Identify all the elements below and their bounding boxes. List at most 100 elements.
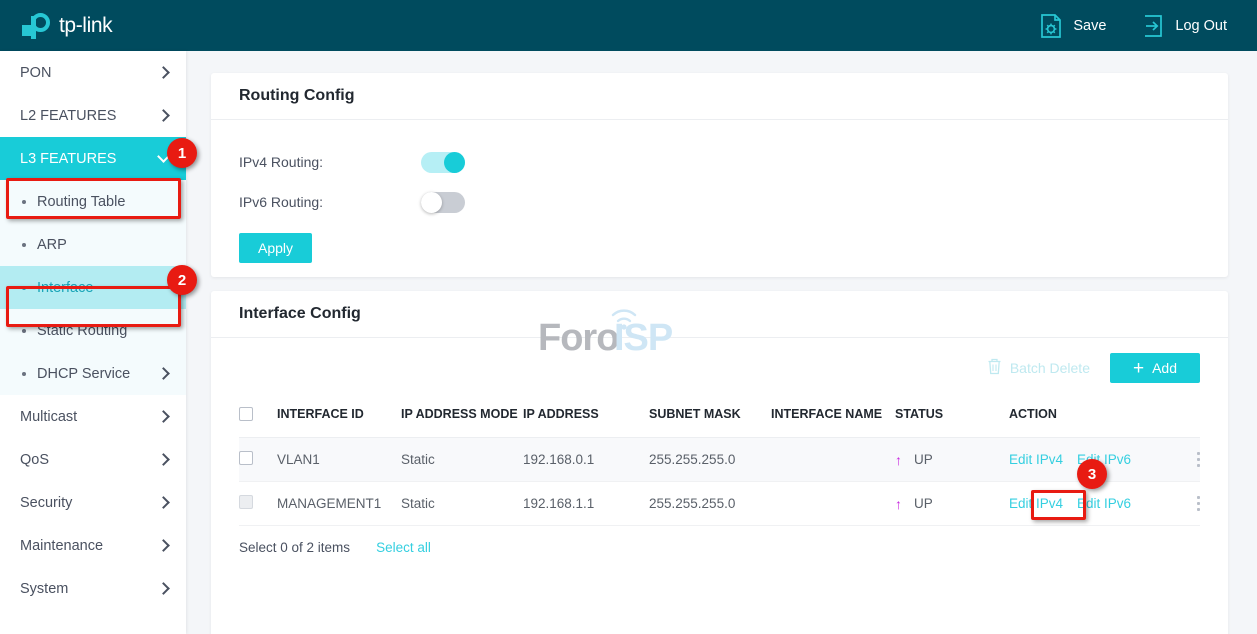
brand-name: tp-link (59, 13, 113, 37)
interface-table: INTERFACE ID IP ADDRESS MODE IP ADDRESS … (239, 398, 1200, 526)
sidebar-item-label: Multicast (20, 408, 78, 425)
col-interface-id: INTERFACE ID (277, 398, 401, 438)
sidebar-item-arp[interactable]: ARP (0, 223, 186, 266)
sidebar-item-l3-features[interactable]: L3 FEATURES (0, 137, 186, 180)
sidebar-item-label: ARP (37, 236, 67, 253)
row-select-cell (239, 481, 277, 526)
ipv6-routing-row: IPv6 Routing: (239, 184, 1200, 220)
bullet-icon (22, 285, 26, 290)
tp-link-logo: tp-link (22, 12, 113, 39)
sidebar-item-static-routing[interactable]: Static Routing (0, 309, 186, 352)
sidebar-item-maintenance[interactable]: Maintenance (0, 524, 186, 567)
more-options-icon[interactable] (1197, 452, 1200, 467)
select-all-header-cell (239, 398, 277, 438)
routing-config-title: Routing Config (211, 73, 1228, 120)
sidebar-item-security[interactable]: Security (0, 481, 186, 524)
apply-button[interactable]: Apply (239, 233, 312, 263)
cell-status: ↑ UP (895, 481, 1009, 526)
select-all-checkbox[interactable] (239, 407, 253, 421)
sidebar-item-label: System (20, 580, 69, 597)
table-row: MANAGEMENT1 Static 192.168.1.1 255.255.2… (239, 481, 1200, 526)
arrow-up-icon: ↑ (895, 451, 902, 468)
col-interface-name: INTERFACE NAME (771, 398, 895, 438)
routing-config-panel: Routing Config IPv4 Routing: IPv6 Routin… (211, 73, 1228, 277)
edit-ipv6-link[interactable]: Edit IPv6 (1077, 496, 1131, 511)
cell-interface-id: VLAN1 (277, 437, 401, 482)
row-checkbox[interactable] (239, 451, 253, 465)
chevron-right-icon (157, 496, 170, 509)
col-ip-address-mode: IP ADDRESS MODE (401, 398, 523, 438)
chevron-right-icon (157, 109, 170, 122)
col-action: ACTION (1009, 398, 1200, 438)
sidebar-item-label: Static Routing (37, 322, 128, 339)
chevron-right-icon (157, 453, 170, 466)
save-config-icon (1040, 13, 1062, 38)
cell-subnet-mask: 255.255.255.0 (649, 437, 771, 482)
cell-ip-address: 192.168.1.1 (523, 481, 649, 526)
select-all-link[interactable]: Select all (376, 540, 431, 555)
row-select-cell (239, 437, 277, 482)
tp-link-logo-icon (22, 12, 52, 39)
edit-ipv4-link[interactable]: Edit IPv4 (1009, 496, 1063, 511)
cell-interface-name (771, 437, 895, 482)
edit-ipv6-link[interactable]: Edit IPv6 (1077, 452, 1131, 467)
bullet-icon (22, 242, 26, 247)
chevron-right-icon (157, 539, 170, 552)
bullet-icon (22, 371, 26, 376)
row-checkbox[interactable] (239, 495, 253, 509)
more-options-icon[interactable] (1197, 496, 1200, 511)
header-actions: Save Log Out (1004, 13, 1227, 38)
ipv4-routing-row: IPv4 Routing: (239, 144, 1200, 180)
sidebar-item-qos[interactable]: QoS (0, 438, 186, 481)
cell-ip-address: 192.168.0.1 (523, 437, 649, 482)
table-header-row: INTERFACE ID IP ADDRESS MODE IP ADDRESS … (239, 398, 1200, 438)
save-button[interactable]: Save (1040, 13, 1106, 38)
cell-interface-name (771, 481, 895, 526)
sidebar-item-routing-table[interactable]: Routing Table (0, 180, 186, 223)
edit-ipv4-link[interactable]: Edit IPv4 (1009, 452, 1063, 467)
col-subnet-mask: SUBNET MASK (649, 398, 771, 438)
bullet-icon (22, 328, 26, 333)
batch-delete-button[interactable]: Batch Delete (987, 358, 1090, 378)
add-label: Add (1152, 360, 1178, 376)
chevron-down-icon (157, 150, 170, 163)
interface-config-title: Interface Config (211, 291, 1228, 338)
ipv4-routing-toggle[interactable] (421, 151, 465, 173)
ipv6-routing-toggle[interactable] (421, 191, 465, 213)
cell-ip-address-mode: Static (401, 437, 523, 482)
interface-config-panel: Interface Config Foro ISP Batch Delete +… (211, 291, 1228, 634)
col-ip-address: IP ADDRESS (523, 398, 649, 438)
sidebar-item-pon[interactable]: PON (0, 51, 186, 94)
sidebar-item-label: L3 FEATURES (20, 150, 117, 167)
sidebar-item-label: Interface (37, 279, 94, 296)
selection-count-text: Select 0 of 2 items (239, 540, 351, 555)
trash-icon (987, 358, 1002, 378)
sidebar-item-multicast[interactable]: Multicast (0, 395, 186, 438)
logout-button[interactable]: Log Out (1142, 14, 1227, 38)
cell-action: Edit IPv4 Edit IPv6 (1009, 437, 1200, 482)
app-header: tp-link Save Log Out (0, 0, 1257, 51)
sidebar-item-system[interactable]: System (0, 567, 186, 610)
sidebar-item-label: QoS (20, 451, 50, 468)
sidebar-submenu-l3-features: Routing Table ARP Interface Static Routi… (0, 180, 186, 395)
sidebar-item-interface[interactable]: Interface (0, 266, 186, 309)
status-text: UP (914, 452, 933, 467)
logout-icon (1142, 14, 1164, 38)
main-content: Routing Config IPv4 Routing: IPv6 Routin… (186, 51, 1257, 634)
page-root: tp-link Save Log Out PON L2 FEATURES L3 … (0, 0, 1257, 634)
sidebar-item-label: Security (20, 494, 73, 511)
interface-table-toolbar: Batch Delete + Add (211, 338, 1228, 398)
sidebar-item-label: Maintenance (20, 537, 104, 554)
arrow-up-icon: ↑ (895, 495, 902, 512)
chevron-right-icon (157, 582, 170, 595)
cell-ip-address-mode: Static (401, 481, 523, 526)
sidebar-item-dhcp-service[interactable]: DHCP Service (0, 352, 186, 395)
add-button[interactable]: + Add (1110, 353, 1200, 383)
sidebar-item-label: PON (20, 64, 52, 81)
bullet-icon (22, 199, 26, 204)
sidebar-item-label: L2 FEATURES (20, 107, 117, 124)
cell-subnet-mask: 255.255.255.0 (649, 481, 771, 526)
plus-icon: + (1132, 357, 1145, 379)
interface-table-footer: Select 0 of 2 items Select all (211, 526, 1228, 555)
sidebar-item-l2-features[interactable]: L2 FEATURES (0, 94, 186, 137)
